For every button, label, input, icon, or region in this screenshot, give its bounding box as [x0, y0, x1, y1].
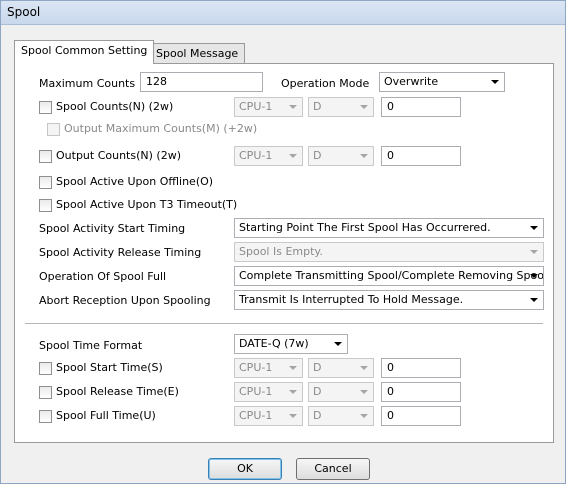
output-counts-device-select[interactable]: D [308, 146, 374, 166]
max-counts-value: 128 [146, 75, 167, 88]
tab-spool-common-setting[interactable]: Spool Common Setting [14, 40, 155, 64]
release-time-device-select[interactable]: D [308, 382, 374, 402]
device-value: D [313, 409, 322, 422]
number-value: 0 [387, 409, 394, 422]
time-format-select[interactable]: DATE-Q (7w) [234, 334, 348, 354]
full-time-device-select[interactable]: D [308, 406, 374, 426]
active-t3-label: Spool Active Upon T3 Timeout(T) [56, 198, 238, 211]
release-time-cpu-select[interactable]: CPU-1 [234, 382, 303, 402]
start-timing-value: Starting Point The First Spool Has Occur… [239, 221, 491, 234]
number-value: 0 [387, 149, 394, 162]
number-value: 0 [387, 361, 394, 374]
release-timing-label: Spool Activity Release Timing [39, 246, 202, 259]
time-format-label: Spool Time Format [39, 339, 143, 352]
spool-counts-cpu-select[interactable]: CPU-1 [234, 97, 303, 117]
chevron-down-icon [289, 414, 297, 418]
start-time-number-input[interactable]: 0 [381, 358, 461, 378]
device-value: D [313, 149, 322, 162]
active-t3-checkbox[interactable] [39, 199, 52, 212]
spool-full-label: Operation Of Spool Full [39, 270, 167, 283]
release-time-label: Spool Release Time(E) [56, 385, 179, 398]
number-value: 0 [387, 385, 394, 398]
spool-counts-device-select[interactable]: D [308, 97, 374, 117]
chevron-down-icon [530, 274, 538, 278]
output-counts-cpu-select[interactable]: CPU-1 [234, 146, 303, 166]
tab-label: Spool Message [156, 47, 239, 60]
tab-label: Spool Common Setting [21, 44, 148, 57]
cpu-value: CPU-1 [239, 361, 273, 374]
cpu-value: CPU-1 [239, 149, 273, 162]
start-time-checkbox[interactable] [39, 362, 52, 375]
spool-dialog: Spool Spool Common Setting Spool Message… [0, 0, 566, 484]
cpu-value: CPU-1 [239, 100, 273, 113]
cpu-value: CPU-1 [239, 385, 273, 398]
chevron-down-icon [360, 414, 368, 418]
max-counts-input[interactable]: 128 [140, 72, 263, 92]
chevron-down-icon [360, 105, 368, 109]
full-time-number-input[interactable]: 0 [381, 406, 461, 426]
chevron-down-icon [530, 298, 538, 302]
number-value: 0 [387, 100, 394, 113]
output-counts-number-input[interactable]: 0 [381, 146, 461, 166]
output-max-counts-label: Output Maximum Counts(M) (+2w) [64, 122, 258, 135]
full-time-cpu-select[interactable]: CPU-1 [234, 406, 303, 426]
chevron-down-icon [289, 390, 297, 394]
abort-reception-select[interactable]: Transmit Is Interrupted To Hold Message. [234, 290, 544, 310]
chevron-down-icon [360, 366, 368, 370]
window-title: Spool [7, 5, 41, 19]
operation-mode-label: Operation Mode [281, 77, 370, 90]
settings-panel: Maximum Counts 128 Operation Mode Overwr… [14, 63, 554, 443]
time-format-value: DATE-Q (7w) [239, 337, 309, 350]
operation-mode-value: Overwrite [384, 75, 439, 88]
chevron-down-icon [289, 154, 297, 158]
spool-counts-number-input[interactable]: 0 [381, 97, 461, 117]
cpu-value: CPU-1 [239, 409, 273, 422]
device-value: D [313, 100, 322, 113]
operation-mode-select[interactable]: Overwrite [379, 72, 505, 92]
cancel-button[interactable]: Cancel [296, 458, 370, 480]
release-timing-select[interactable]: Spool Is Empty. [234, 242, 544, 262]
ok-button[interactable]: OK [208, 458, 282, 480]
chevron-down-icon [491, 80, 499, 84]
chevron-down-icon [530, 226, 538, 230]
abort-reception-value: Transmit Is Interrupted To Hold Message. [239, 293, 464, 306]
release-time-number-input[interactable]: 0 [381, 382, 461, 402]
chevron-down-icon [334, 342, 342, 346]
spool-counts-checkbox[interactable] [39, 101, 52, 114]
spool-counts-label: Spool Counts(N) (2w) [56, 100, 174, 113]
section-divider [25, 323, 543, 324]
start-time-cpu-select[interactable]: CPU-1 [234, 358, 303, 378]
chevron-down-icon [530, 250, 538, 254]
output-counts-checkbox[interactable] [39, 150, 52, 163]
start-time-device-select[interactable]: D [308, 358, 374, 378]
full-time-checkbox[interactable] [39, 410, 52, 423]
chevron-down-icon [360, 390, 368, 394]
start-timing-label: Spool Activity Start Timing [39, 222, 186, 235]
device-value: D [313, 361, 322, 374]
active-offline-label: Spool Active Upon Offline(O) [56, 175, 214, 188]
release-time-checkbox[interactable] [39, 386, 52, 399]
chevron-down-icon [360, 154, 368, 158]
max-counts-label: Maximum Counts [39, 77, 136, 90]
release-timing-value: Spool Is Empty. [239, 245, 323, 258]
device-value: D [313, 385, 322, 398]
abort-reception-label: Abort Reception Upon Spooling [39, 294, 211, 307]
output-max-counts-checkbox[interactable] [47, 123, 60, 136]
title-bar: Spool [1, 1, 565, 25]
spool-full-select[interactable]: Complete Transmitting Spool/Complete Rem… [234, 266, 544, 286]
chevron-down-icon [289, 105, 297, 109]
start-time-label: Spool Start Time(S) [56, 361, 163, 374]
chevron-down-icon [289, 366, 297, 370]
output-counts-label: Output Counts(N) (2w) [56, 149, 181, 162]
start-timing-select[interactable]: Starting Point The First Spool Has Occur… [234, 218, 544, 238]
spool-full-value: Complete Transmitting Spool/Complete Rem… [239, 269, 544, 282]
active-offline-checkbox[interactable] [39, 176, 52, 189]
tab-spool-message[interactable]: Spool Message [149, 43, 246, 63]
full-time-label: Spool Full Time(U) [56, 409, 156, 422]
